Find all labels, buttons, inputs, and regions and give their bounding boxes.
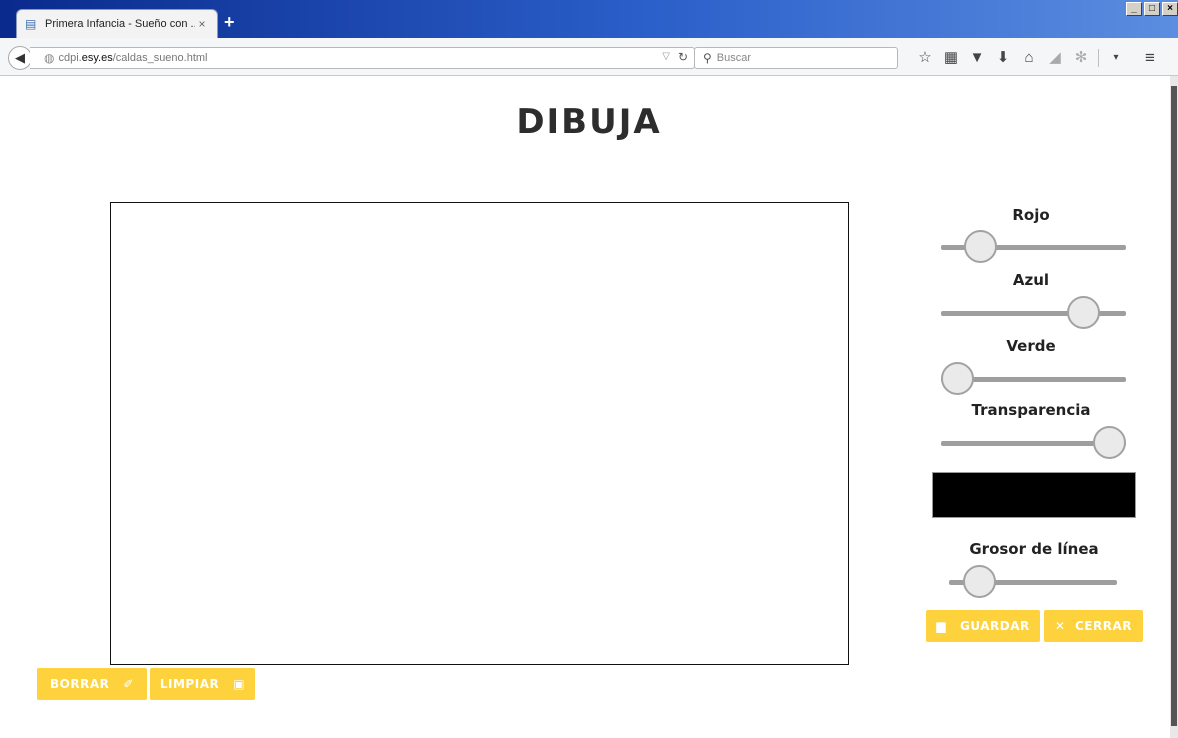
slider-knob[interactable] (1093, 426, 1126, 459)
drawing-canvas[interactable] (110, 202, 849, 665)
new-tab-icon[interactable]: + (224, 12, 235, 32)
close-icon: ✕ (1055, 619, 1066, 633)
blue-label: Azul (1012, 271, 1050, 289)
reload-icon[interactable]: ↻ (678, 50, 688, 64)
save-button[interactable]: ▆ GUARDAR (926, 610, 1040, 642)
clear-button-label: LIMPIAR (159, 677, 220, 691)
hamburger-menu-icon[interactable]: ≡ (1137, 48, 1163, 68)
slider-knob[interactable] (1067, 296, 1101, 329)
page-favicon-icon: ▤ (25, 17, 37, 31)
transparency-label: Transparencia (971, 401, 1091, 419)
addon-icon[interactable]: ✻ (1068, 48, 1094, 68)
red-label: Rojo (1012, 206, 1050, 224)
tab-close-icon[interactable]: × (195, 17, 209, 31)
slider-knob[interactable] (962, 565, 996, 598)
page-title: DIBUJA (516, 102, 662, 142)
page-scrollbar[interactable] (1170, 76, 1178, 738)
save-icon: ▆ (936, 619, 946, 633)
eraser-icon: ✐ (123, 677, 134, 691)
green-slider[interactable] (941, 359, 1126, 399)
toolbar-divider (1098, 49, 1099, 67)
browser-tab[interactable]: ▤ Primera Infancia - Sueño con ... × (16, 9, 218, 38)
url-bar[interactable]: ◍ cdpi. esy.es/caldas_sueno.html ▽ ↻ (30, 47, 695, 69)
pocket-icon[interactable]: ▼ (964, 48, 990, 68)
line-width-slider[interactable] (949, 562, 1117, 602)
close-window-button[interactable]: × (1162, 2, 1178, 16)
close-button[interactable]: ✕ CERRAR (1044, 610, 1143, 642)
addon-dropdown-icon[interactable]: ▾ (1103, 48, 1129, 68)
green-label: Verde (1006, 337, 1056, 355)
globe-icon: ◍ (44, 51, 55, 65)
url-host: esy.es (81, 52, 113, 64)
send-icon[interactable]: ◢ (1042, 48, 1068, 68)
browser-toolbar: ☆ ▦ ▼ ⬇ ⌂ ◢ ✻ ▾ ≡ (912, 48, 1163, 68)
slider-knob[interactable] (963, 230, 997, 263)
maximize-window-button[interactable]: □ (1144, 2, 1160, 16)
search-bar[interactable]: ⚲ Buscar (694, 47, 898, 69)
tab-title: Primera Infancia - Sueño con ... (45, 18, 195, 30)
reading-list-icon[interactable]: ▦ (938, 48, 964, 68)
window-controls: _ □ × (1124, 2, 1178, 16)
search-placeholder: Buscar (716, 52, 752, 64)
red-slider[interactable] (941, 227, 1126, 267)
back-arrow-icon[interactable]: ◀ (8, 46, 32, 70)
save-button-label: GUARDAR (960, 619, 1030, 633)
erase-button[interactable]: BORRAR ✐ (37, 668, 147, 700)
url-subdomain: cdpi. (58, 52, 82, 64)
clear-button[interactable]: LIMPIAR ▣ (150, 668, 255, 700)
bookmark-star-icon[interactable]: ☆ (912, 48, 938, 68)
url-history-dropdown-icon[interactable]: ▽ (662, 51, 670, 62)
scrollbar-thumb[interactable] (1171, 86, 1177, 726)
browser-titlebar: ▤ Primera Infancia - Sueño con ... × + _… (0, 0, 1178, 38)
home-icon[interactable]: ⌂ (1016, 48, 1042, 68)
color-preview-swatch (932, 472, 1136, 518)
blue-slider[interactable] (941, 293, 1126, 333)
line-width-label: Grosor de línea (969, 540, 1099, 558)
browser-navbar: ◀ ◍ cdpi. esy.es/caldas_sueno.html ▽ ↻ ⚲ … (0, 38, 1178, 76)
url-path: /caldas_sueno.html (112, 52, 208, 64)
close-button-label: CERRAR (1074, 619, 1132, 633)
download-icon[interactable]: ⬇ (990, 48, 1016, 68)
slider-knob[interactable] (941, 362, 974, 395)
clear-icon: ▣ (233, 677, 246, 691)
transparency-slider[interactable] (941, 423, 1126, 463)
minimize-window-button[interactable]: _ (1126, 2, 1142, 16)
search-icon: ⚲ (703, 51, 712, 65)
erase-button-label: BORRAR (50, 677, 110, 691)
